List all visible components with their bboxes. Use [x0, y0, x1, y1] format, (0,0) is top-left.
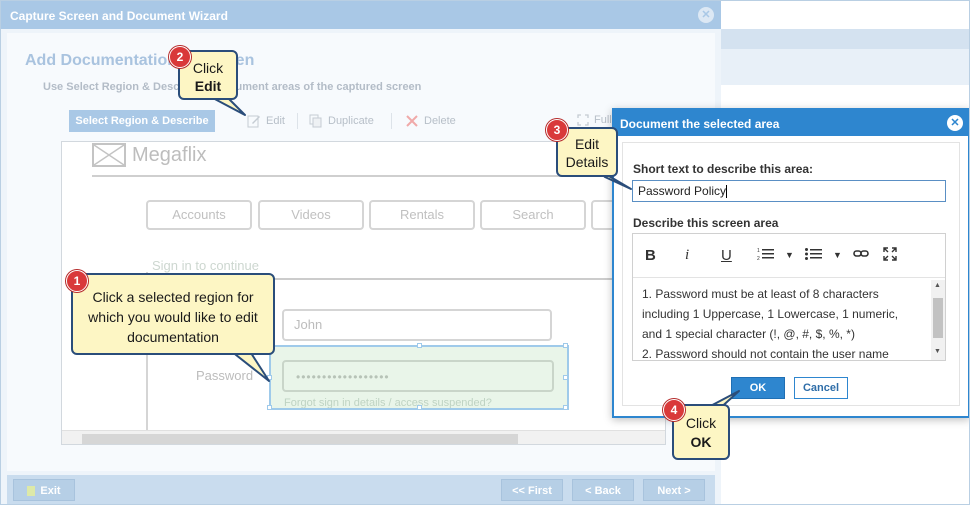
callout-text: Edit	[574, 136, 600, 152]
callout-text: OK	[690, 434, 712, 450]
screenshot-root: Capture Screen and Document Wizard ✕ Add…	[0, 0, 970, 505]
callout-pointer	[210, 96, 740, 412]
callout-text: Details	[565, 154, 609, 170]
callout-text: Edit	[194, 78, 222, 94]
step-badge: 2	[169, 46, 191, 68]
step-badge: 1	[66, 270, 88, 292]
callout-text: Click a selected region for which you wo…	[88, 289, 258, 345]
step-badge: 4	[663, 399, 685, 421]
step-badge: 3	[546, 119, 568, 141]
callout-select-region: Click a selected region for which you wo…	[71, 273, 275, 355]
